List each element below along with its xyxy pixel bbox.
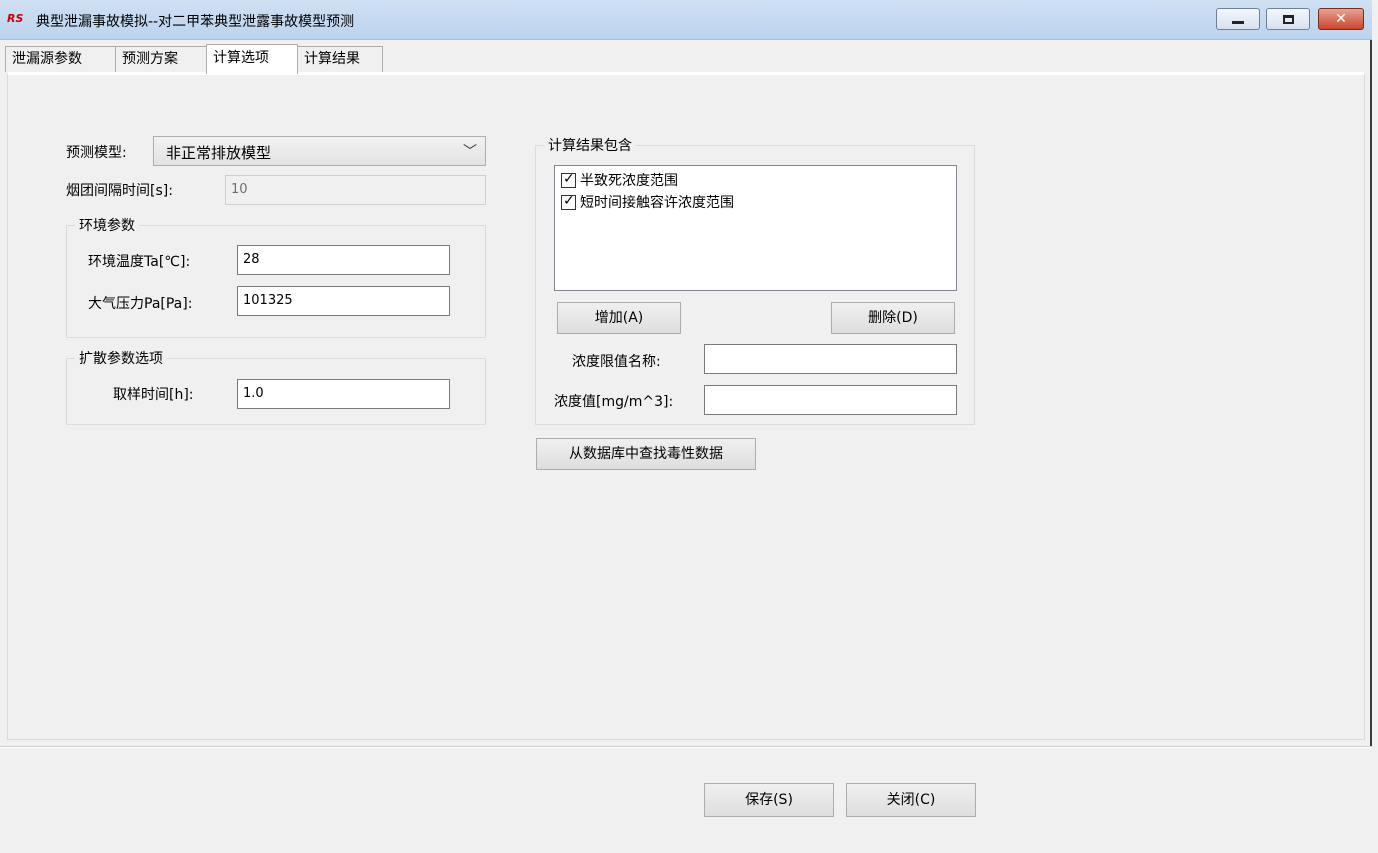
limit-name-input[interactable] (704, 344, 957, 374)
temp-input[interactable]: 28 (237, 245, 450, 275)
env-params-legend: 环境参数 (75, 215, 139, 235)
conc-value-input[interactable] (704, 385, 957, 415)
save-button[interactable]: 保存(S) (704, 783, 834, 817)
maximize-icon (1267, 9, 1309, 29)
chevron-down-icon: ﹀ (463, 144, 477, 160)
search-toxicity-db-button[interactable]: 从数据库中查找毒性数据 (536, 438, 756, 470)
tab-prediction-scheme[interactable]: 预测方案 (115, 46, 207, 72)
tab-calc-options[interactable]: 计算选项 (206, 44, 298, 74)
interval-input[interactable]: 10 (225, 175, 486, 205)
delete-button[interactable]: 删除(D) (831, 302, 955, 334)
close-window-button[interactable]: ✕ (1318, 8, 1364, 30)
maximize-button[interactable] (1266, 8, 1310, 30)
env-params-group: 环境参数 (66, 215, 486, 338)
pressure-input[interactable]: 101325 (237, 286, 450, 316)
window-title: 典型泄漏事故模拟--对二甲苯典型泄露事故模型预测 (36, 14, 355, 30)
temp-label: 环境温度Ta[℃]: (88, 254, 191, 270)
pressure-label: 大气压力Pa[Pa]: (88, 296, 193, 312)
lethal-conc-checkbox[interactable]: ✓ (561, 170, 576, 188)
conc-value-label: 浓度值[mg/m^3]: (554, 394, 674, 410)
list-item-label: 半致死浓度范围 (580, 173, 678, 189)
tab-calc-results[interactable]: 计算结果 (297, 46, 383, 72)
title-bar[interactable]: RS 典型泄漏事故模拟--对二甲苯典型泄露事故模型预测 ✕ (0, 0, 1372, 40)
app-logo-icon: RS (7, 12, 24, 25)
result-includes-legend: 计算结果包含 (544, 135, 636, 155)
model-select[interactable]: 非正常排放模型 ﹀ (153, 136, 486, 166)
minimize-button[interactable] (1216, 8, 1260, 30)
diffusion-params-legend: 扩散参数选项 (75, 348, 167, 368)
interval-label: 烟团间隔时间[s]: (66, 183, 173, 199)
model-label: 预测模型: (66, 145, 127, 161)
result-items-list[interactable]: ✓ 半致死浓度范围 ✓ 短时间接触容许浓度范围 (554, 165, 957, 291)
close-button[interactable]: 关闭(C) (846, 783, 976, 817)
short-term-conc-checkbox[interactable]: ✓ (561, 192, 576, 210)
list-item[interactable]: ✓ 短时间接触容许浓度范围 (561, 192, 734, 212)
check-icon: ✓ (563, 192, 575, 209)
sampling-input[interactable]: 1.0 (237, 379, 450, 409)
sampling-label: 取样时间[h]: (113, 387, 194, 403)
list-item[interactable]: ✓ 半致死浓度范围 (561, 170, 678, 190)
list-item-label: 短时间接触容许浓度范围 (580, 195, 734, 211)
footer-bar (0, 748, 1372, 853)
close-icon: ✕ (1335, 11, 1347, 27)
model-select-value: 非正常排放模型 (166, 144, 272, 162)
tab-leak-source-params[interactable]: 泄漏源参数 (5, 46, 116, 72)
limit-name-label: 浓度限值名称: (572, 354, 661, 370)
main-window: RS 典型泄漏事故模拟--对二甲苯典型泄露事故模型预测 ✕ 泄漏源参数 预测方案… (0, 0, 1372, 853)
add-button[interactable]: 增加(A) (557, 302, 681, 334)
check-icon: ✓ (563, 170, 575, 187)
minimize-icon (1217, 9, 1259, 29)
